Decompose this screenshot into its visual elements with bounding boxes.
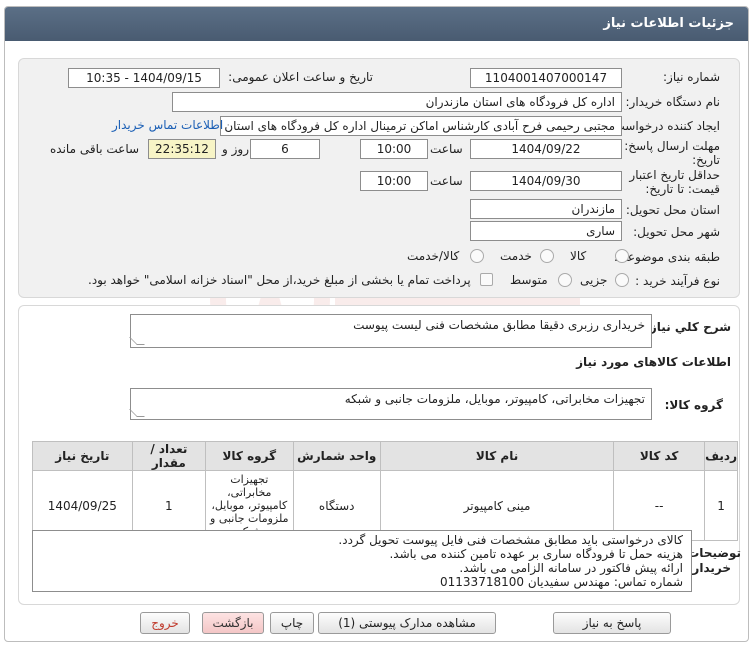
resize-grip-icon[interactable]	[129, 409, 145, 417]
buyer-notes-label: توضیحات	[687, 546, 741, 560]
summary-textarea[interactable]: خریداری رزبری دقیقا مطابق مشخصات فنی لیس…	[129, 314, 652, 348]
buyer-org-field: اداره کل فرودگاه های استان مازندران	[172, 92, 622, 112]
city-field: ساری	[470, 221, 622, 241]
deadline-label-date: تاریخ:	[692, 153, 720, 167]
buyer-org-label: نام دستگاه خریدار:	[625, 95, 721, 109]
creator-label: ایجاد کننده درخواست:	[609, 119, 720, 133]
col-header-unit: واحد شمارش	[292, 441, 381, 471]
validity-label-date: قیمت: تا تاریخ:	[645, 182, 720, 196]
announce-date-field: 1404/09/15 - 10:35	[68, 68, 220, 88]
deadline-label: مهلت ارسال پاسخ: تا	[613, 139, 720, 153]
col-header-row-number: ردیف	[704, 441, 738, 471]
category-radio-goods[interactable]	[615, 249, 629, 263]
print-button[interactable]: چاپ	[270, 612, 314, 634]
validity-label: حداقل تاریخ اعتبار	[629, 168, 720, 182]
contact-info-link[interactable]: اطلاعات تماس خریدار	[112, 118, 223, 132]
deadline-time-label: ساعت	[430, 142, 463, 156]
goods-group-textarea[interactable]: تجهیزات مخابراتی، کامپیوتر، موبایل، ملزو…	[129, 388, 652, 420]
buyer-notes-label-2: خریدار:	[687, 561, 731, 575]
process-radio-minor[interactable]	[615, 273, 629, 287]
summary-text: خریداری رزبری دقیقا مطابق مشخصات فنی لیس…	[353, 318, 645, 332]
category-option-goods: کالا	[570, 249, 587, 263]
announce-label: تاریخ و ساعت اعلان عمومی:	[228, 70, 373, 84]
treasury-payment-checkbox[interactable]	[480, 273, 493, 286]
province-label: استان محل تحویل:	[625, 203, 720, 217]
need-number-label: شماره نیاز:	[663, 70, 720, 84]
goods-table: ردیف کد کالا نام کالا واحد شمارش گروه کا…	[32, 441, 738, 541]
col-header-quantity: تعداد / مقدار	[131, 441, 207, 471]
summary-label: شرح کلي نياز:	[645, 320, 731, 334]
remaining-label: ساعت باقی مانده	[50, 142, 140, 156]
cell-row-number: 1	[704, 470, 738, 541]
days-remaining-field: 6	[250, 139, 320, 159]
col-header-need-date: تاریخ نیاز	[32, 441, 133, 471]
province-field: مازندران	[470, 199, 622, 219]
treasury-payment-note: پرداخت تمام یا بخشی از مبلغ خرید،از محل …	[88, 273, 471, 287]
reply-button[interactable]: پاسخ به نیاز	[553, 612, 671, 634]
deadline-date-field: 1404/09/22	[470, 139, 622, 159]
table-header-row: ردیف کد کالا نام کالا واحد شمارش گروه کا…	[32, 441, 738, 471]
category-radio-service[interactable]	[540, 249, 554, 263]
process-option-medium: متوسط	[510, 273, 548, 287]
buyer-notes-box: کالای درخواستی باید مطابق مشخصات فنی فای…	[32, 530, 692, 592]
goods-group-label: گروه کالا:	[664, 398, 723, 412]
deadline-time-field: 10:00	[360, 139, 428, 159]
validity-time-field: 10:00	[360, 171, 428, 191]
buyer-note-line: کالای درخواستی باید مطابق مشخصات فنی فای…	[338, 533, 683, 547]
validity-time-label: ساعت	[430, 174, 463, 188]
back-button[interactable]: بازگشت	[202, 612, 264, 634]
creator-field: مجتبی رحیمی فرح آبادی کارشناس اماکن ترمی…	[220, 116, 622, 136]
goods-section-title: اطلاعات کالاهای مورد نیاز	[576, 355, 731, 369]
resize-grip-icon[interactable]	[129, 337, 145, 345]
category-option-service: خدمت	[500, 249, 532, 263]
goods-group-text: تجهیزات مخابراتی، کامپیوتر، موبایل، ملزو…	[344, 392, 645, 406]
view-attachments-button[interactable]: مشاهده مدارک پیوستی (1)	[318, 612, 496, 634]
days-label: روز و	[222, 142, 249, 156]
remaining-time-field: 22:35:12	[148, 139, 216, 159]
buyer-note-line: هزینه حمل تا فرودگاه ساری بر عهده تامین …	[389, 547, 683, 561]
col-header-goods-name: نام کالا	[379, 441, 615, 471]
exit-button[interactable]: خروج	[140, 612, 190, 634]
col-header-goods-code: کد کالا	[613, 441, 706, 471]
title-bar: جزئیات اطلاعات نیاز	[5, 7, 748, 41]
city-label: شهر محل تحویل:	[633, 225, 720, 239]
process-option-minor: جزیی	[580, 273, 608, 287]
col-header-goods-group: گروه کالا	[205, 441, 294, 471]
category-label: طبقه بندی موضوعی:	[613, 250, 720, 264]
process-radio-medium[interactable]	[558, 273, 572, 287]
need-number-field: 1104001407000147	[470, 68, 622, 88]
process-type-label: نوع فرآیند خرید :	[635, 274, 720, 288]
window-title: جزئیات اطلاعات نیاز	[603, 16, 734, 31]
validity-date-field: 1404/09/30	[470, 171, 622, 191]
buyer-note-line: شماره تماس: مهندس سفیدیان 01133718100	[440, 575, 683, 589]
buyer-note-line: ارائه پیش فاکتور در سامانه الزامی می باش…	[459, 561, 683, 575]
category-option-goods-service: کالا/خدمت	[407, 249, 460, 263]
category-radio-goods-service[interactable]	[470, 249, 484, 263]
